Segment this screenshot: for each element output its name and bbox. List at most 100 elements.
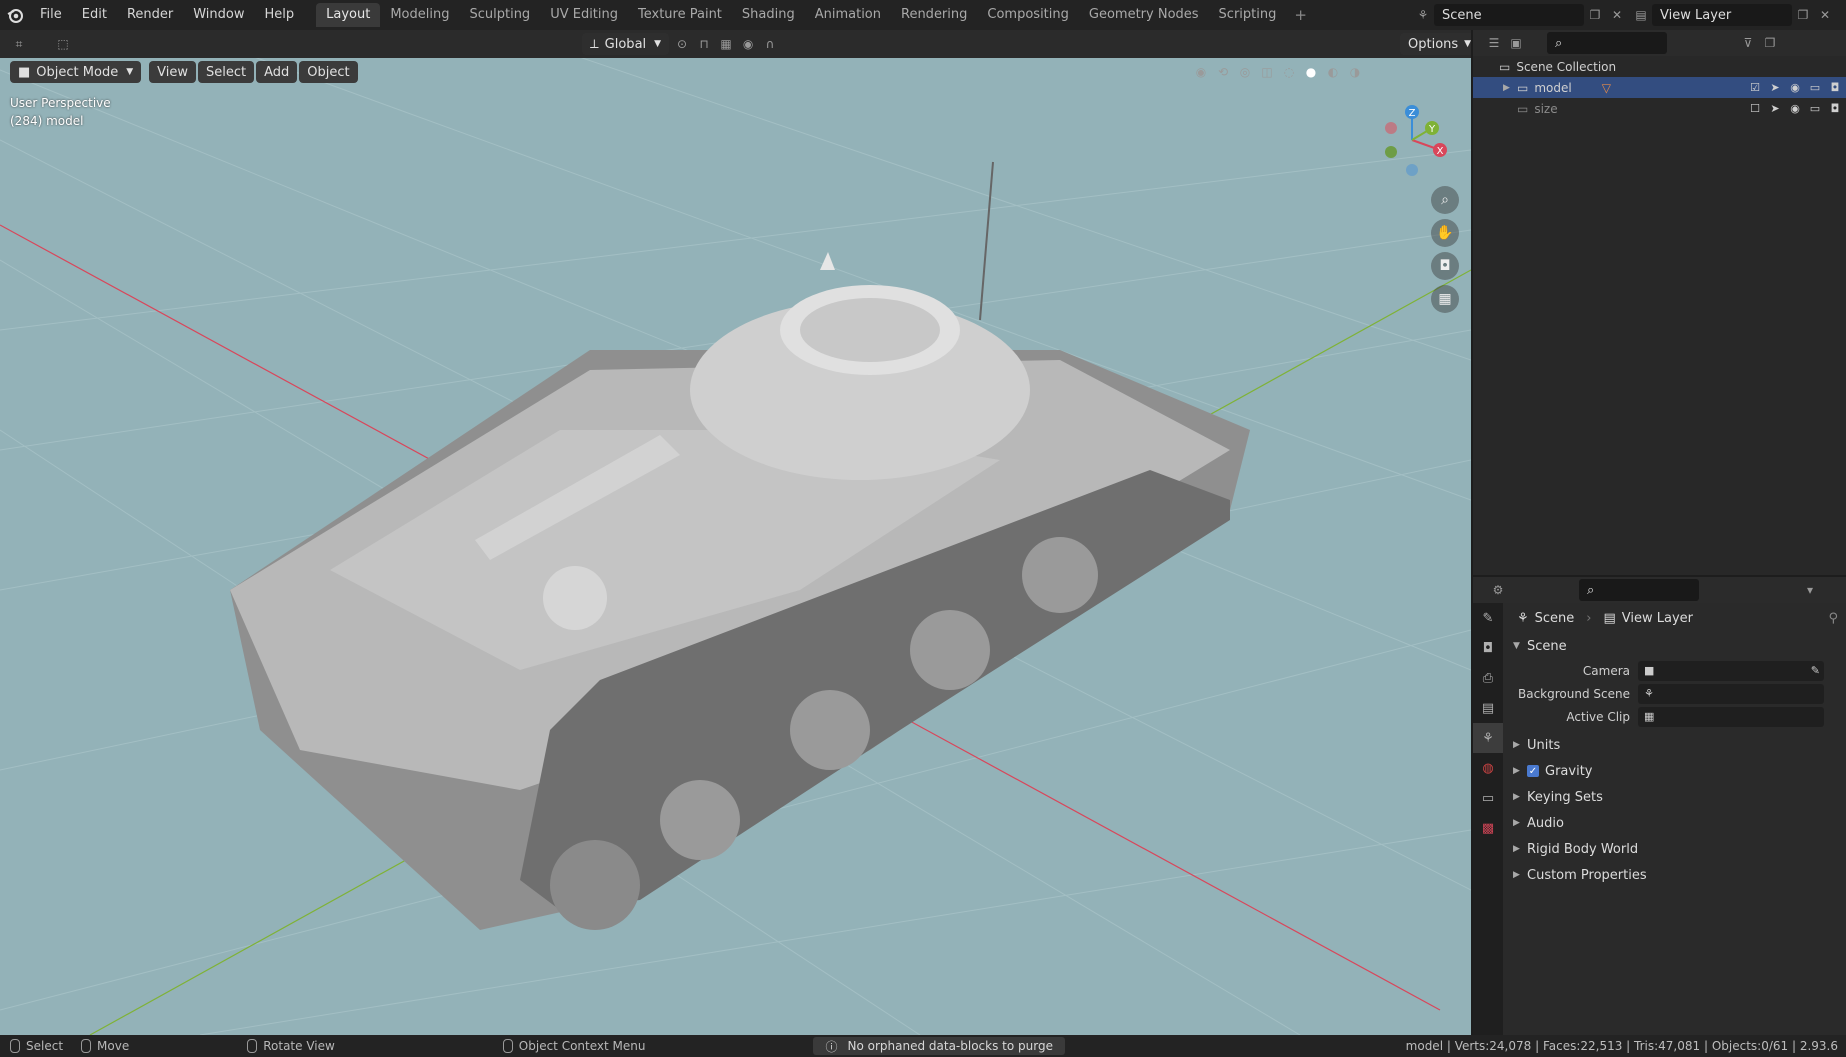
solid-shading-icon[interactable]: ●	[1300, 61, 1322, 83]
active-clip-field[interactable]: ▦	[1638, 706, 1824, 727]
options-dropdown[interactable]: Options ▼	[1400, 33, 1471, 55]
tab-shading[interactable]: Shading	[732, 3, 805, 27]
delete-scene-icon[interactable]: ✕	[1606, 4, 1628, 26]
properties-search-input[interactable]: ⌕	[1579, 579, 1699, 601]
outliner-root[interactable]: ▭ Scene Collection	[1473, 56, 1846, 77]
tab-animation[interactable]: Animation	[805, 3, 891, 27]
view-layer-icon[interactable]: ▤	[1630, 4, 1652, 26]
tab-scripting[interactable]: Scripting	[1209, 3, 1287, 27]
keying-sets-panel[interactable]: ▶ Keying Sets	[1505, 784, 1846, 810]
pin-icon[interactable]: ⚲	[1828, 611, 1838, 626]
outliner-item-size[interactable]: ▭ size ☐ ➤ ◉ ▭ ◘	[1473, 98, 1846, 119]
collection-tab-icon[interactable]: ▭	[1473, 783, 1503, 813]
tab-uv-editing[interactable]: UV Editing	[540, 3, 628, 27]
tool-tab-icon[interactable]: ✎	[1473, 603, 1503, 633]
gravity-checkbox[interactable]: ✓	[1527, 765, 1539, 777]
scene-name-field[interactable]: Scene	[1434, 4, 1584, 26]
new-scene-icon[interactable]: ❐	[1584, 4, 1606, 26]
tab-sculpting[interactable]: Sculpting	[459, 3, 540, 27]
tab-modeling[interactable]: Modeling	[380, 3, 459, 27]
menu-help[interactable]: Help	[255, 0, 305, 30]
snap-icon[interactable]: ⊓	[693, 33, 715, 55]
include-checkbox[interactable]: ☐	[1748, 102, 1762, 116]
eyedropper-icon[interactable]: ✎	[1811, 664, 1820, 677]
pan-hand-icon[interactable]: ✋	[1431, 219, 1459, 247]
editor-type-icon[interactable]: ⌗	[8, 33, 30, 55]
monitor-icon[interactable]: ▭	[1808, 102, 1822, 116]
tank-model[interactable]	[230, 161, 1250, 930]
output-tab-icon[interactable]: ⎙	[1473, 663, 1503, 693]
scene-tab-icon[interactable]: ⚘	[1473, 723, 1503, 753]
view-layer-tab-icon[interactable]: ▤	[1473, 693, 1503, 723]
select-tool-icon[interactable]: ⬚	[52, 33, 74, 55]
rigid-body-world-panel[interactable]: ▶ Rigid Body World	[1505, 836, 1846, 862]
render-camera-icon[interactable]: ◘	[1828, 81, 1842, 95]
3d-viewport[interactable]: ⌗ ⬚ ⟂ Global ▼ ⊙ ⊓ ▦ ◉ ∩ Options ▼ ■ Object …	[0, 30, 1471, 1035]
include-checkbox[interactable]: ☑	[1748, 81, 1762, 95]
menu-select[interactable]: Select	[197, 61, 255, 83]
view-layer-selector: ▤ View Layer ❐ ✕	[1630, 3, 1846, 27]
tab-rendering[interactable]: Rendering	[891, 3, 977, 27]
zoom-icon[interactable]: ⌕	[1431, 186, 1459, 214]
menu-add[interactable]: Add	[256, 61, 298, 83]
monitor-icon[interactable]: ▭	[1808, 81, 1822, 95]
tab-compositing[interactable]: Compositing	[977, 3, 1079, 27]
outliner-editor-icon[interactable]: ☰	[1483, 32, 1505, 54]
menu-object[interactable]: Object	[299, 61, 358, 83]
eye-icon[interactable]: ◉	[1788, 102, 1802, 116]
overlay-toggle-icon[interactable]: ◎	[1234, 61, 1256, 83]
outliner-search-input[interactable]: ⌕	[1547, 32, 1667, 54]
visibility-icon[interactable]: ◉	[1190, 61, 1212, 83]
gravity-panel[interactable]: ▶ ✓ Gravity	[1505, 758, 1846, 784]
material-shading-icon[interactable]: ◐	[1322, 61, 1344, 83]
rendered-shading-icon[interactable]: ◑	[1344, 61, 1366, 83]
render-camera-icon[interactable]: ◘	[1828, 102, 1842, 116]
menu-view[interactable]: View	[149, 61, 196, 83]
tab-geometry-nodes[interactable]: Geometry Nodes	[1079, 3, 1209, 27]
filter-icon[interactable]: ⊽	[1737, 32, 1759, 54]
new-collection-icon[interactable]: ❐	[1759, 32, 1781, 54]
add-workspace-button[interactable]: +	[1286, 6, 1315, 24]
camera-field[interactable]: ■ ✎	[1638, 660, 1824, 681]
tab-texture-paint[interactable]: Texture Paint	[628, 3, 732, 27]
wireframe-shading-icon[interactable]: ◌	[1278, 61, 1300, 83]
ortho-grid-icon[interactable]: ▦	[1431, 285, 1459, 313]
menu-edit[interactable]: Edit	[72, 0, 117, 30]
delete-view-layer-icon[interactable]: ✕	[1814, 4, 1836, 26]
menu-file[interactable]: File	[30, 0, 72, 30]
eye-icon[interactable]: ◉	[1788, 81, 1802, 95]
display-mode-icon[interactable]: ▣	[1505, 32, 1527, 54]
scene-icon[interactable]: ⚘	[1412, 4, 1434, 26]
units-panel[interactable]: ▶ Units	[1505, 732, 1846, 758]
camera-view-icon[interactable]: ◘	[1431, 252, 1459, 280]
proportional-edit-icon[interactable]: ◉	[737, 33, 759, 55]
view-layer-name-field[interactable]: View Layer	[1652, 4, 1792, 26]
outliner-item-model[interactable]: ▶ ▭ model ▽ ☑ ➤ ◉ ▭ ◘	[1473, 77, 1846, 98]
background-scene-field[interactable]: ⚘	[1638, 683, 1824, 704]
audio-panel[interactable]: ▶ Audio	[1505, 810, 1846, 836]
xray-icon[interactable]: ◫	[1256, 61, 1278, 83]
falloff-icon[interactable]: ∩	[759, 33, 781, 55]
world-tab-icon[interactable]: ◍	[1473, 753, 1503, 783]
tab-layout[interactable]: Layout	[316, 3, 381, 27]
collapsed-arrow-icon: ▶	[1513, 766, 1520, 776]
scene-panel-header[interactable]: ▼ Scene	[1505, 633, 1846, 659]
chevron-down-icon[interactable]: ▾	[1799, 579, 1821, 601]
menu-window[interactable]: Window	[183, 0, 254, 30]
render-tab-icon[interactable]: ◘	[1473, 633, 1503, 663]
properties-editor-icon[interactable]: ⚙	[1487, 579, 1509, 601]
texture-tab-icon[interactable]: ▩	[1473, 813, 1503, 843]
selectable-arrow-icon[interactable]: ➤	[1768, 81, 1782, 95]
blender-logo-icon[interactable]	[0, 0, 30, 30]
transform-orientation-dropdown[interactable]: ⟂ Global ▼	[582, 33, 670, 55]
selectable-arrow-icon[interactable]: ➤	[1768, 102, 1782, 116]
pivot-point-icon[interactable]: ⊙	[671, 33, 693, 55]
new-view-layer-icon[interactable]: ❐	[1792, 4, 1814, 26]
navigation-gizmo[interactable]: Z X Y	[1370, 98, 1450, 178]
mode-dropdown[interactable]: ■ Object Mode ▼	[10, 61, 142, 83]
custom-properties-panel[interactable]: ▶ Custom Properties	[1505, 862, 1846, 888]
gizmo-toggle-icon[interactable]: ⟲	[1212, 61, 1234, 83]
expand-arrow-icon[interactable]: ▶	[1503, 83, 1517, 93]
menu-render[interactable]: Render	[117, 0, 183, 30]
snap-grid-icon[interactable]: ▦	[715, 33, 737, 55]
